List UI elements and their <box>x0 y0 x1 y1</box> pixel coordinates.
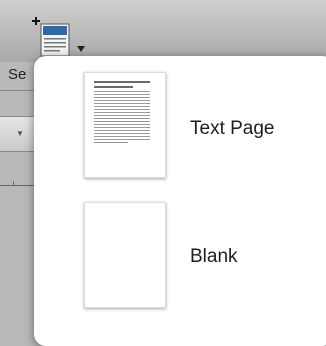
blank-page-thumbnail-icon <box>84 202 166 308</box>
toolbar-item-label: Se <box>8 66 27 83</box>
menu-item-blank[interactable]: Blank <box>34 194 326 320</box>
menu-item-text-page[interactable]: Text Page <box>34 64 326 190</box>
page-template-popover: Text Page Blank <box>34 56 326 346</box>
chevron-down-icon <box>77 46 85 52</box>
insert-page-button[interactable] <box>30 14 90 60</box>
new-page-icon <box>32 17 70 57</box>
text-page-thumbnail-icon <box>84 72 166 178</box>
small-triangle-icon: ▼ <box>16 129 24 138</box>
menu-item-label: Blank <box>190 246 238 267</box>
menu-item-label: Text Page <box>190 118 275 139</box>
ruler-tick <box>13 181 14 186</box>
